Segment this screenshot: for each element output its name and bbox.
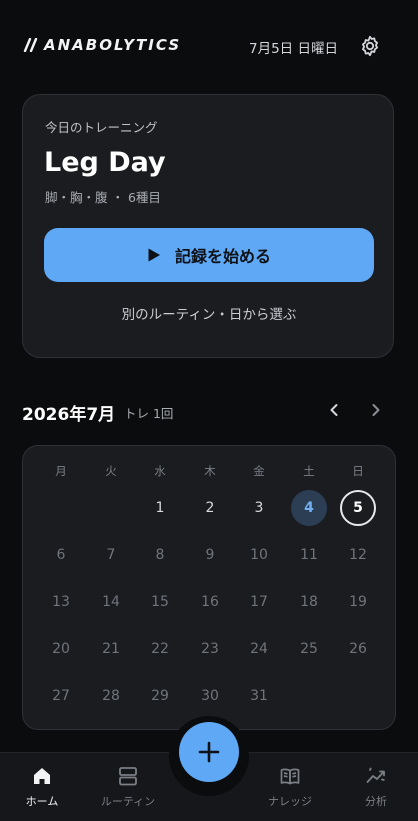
calendar-day[interactable]: 25 bbox=[291, 631, 327, 667]
calendar-day[interactable]: 3 bbox=[241, 490, 277, 526]
calendar-day[interactable]: 15 bbox=[142, 584, 178, 620]
weekday-label: 日 bbox=[352, 464, 364, 478]
book-icon bbox=[280, 768, 300, 785]
card-label: 今日のトレーニング bbox=[45, 120, 158, 135]
calendar-day[interactable]: 17 bbox=[241, 584, 277, 620]
calendar-day[interactable]: 24 bbox=[241, 631, 277, 667]
chevron-left-icon[interactable] bbox=[324, 398, 344, 422]
calendar-day[interactable]: 21 bbox=[93, 631, 129, 667]
calendar-day[interactable]: 26 bbox=[340, 631, 376, 667]
calendar-day[interactable]: 23 bbox=[192, 631, 228, 667]
add-workout-button[interactable] bbox=[179, 722, 239, 782]
gear-icon[interactable] bbox=[358, 34, 382, 58]
chevron-right-icon[interactable] bbox=[366, 398, 386, 422]
logo-mark-icon bbox=[23, 38, 38, 52]
calendar-day[interactable]: 9 bbox=[192, 537, 228, 573]
tab-label: ホーム bbox=[25, 795, 59, 808]
month-title: 2026年7月 bbox=[22, 405, 116, 425]
tab-analytics[interactable]: 分析 bbox=[334, 753, 418, 821]
plus-icon bbox=[198, 741, 220, 763]
calendar-day[interactable]: 11 bbox=[291, 537, 327, 573]
tab-label: ナレッジ bbox=[268, 795, 312, 808]
calendar-day[interactable]: 27 bbox=[43, 678, 79, 714]
calendar-day[interactable]: 13 bbox=[43, 584, 79, 620]
calendar-day[interactable]: 30 bbox=[192, 678, 228, 714]
calendar-day[interactable]: 10 bbox=[241, 537, 277, 573]
month-calendar: 月火水木金土日 1 2 3 4 5 6 7 8 9 10 11 12 13 14 15 16 17 18 19 20 21… bbox=[22, 445, 396, 730]
calendar-day[interactable]: 29 bbox=[142, 678, 178, 714]
choose-other-routine-link[interactable]: 別のルーティン・日から選ぶ bbox=[23, 303, 395, 323]
brand-name: ANABOLYTICS bbox=[44, 36, 182, 54]
weekday-label: 火 bbox=[105, 464, 117, 478]
routine-subtitle: 脚・胸・腹 ・ 6種目 bbox=[45, 190, 161, 205]
start-recording-label: 記録を始める bbox=[174, 247, 271, 266]
today-training-card: 今日のトレーニング Leg Day 脚・胸・腹 ・ 6種目 記録を始める 別のル… bbox=[22, 94, 394, 358]
calendar-day[interactable]: 8 bbox=[142, 537, 178, 573]
calendar-day[interactable]: 28 bbox=[93, 678, 129, 714]
calendar-day[interactable]: 20 bbox=[43, 631, 79, 667]
weekday-label: 水 bbox=[154, 464, 166, 478]
weekday-label: 木 bbox=[204, 464, 216, 478]
training-count: トレ 1回 bbox=[124, 406, 174, 421]
calendar-day[interactable]: 2 bbox=[192, 490, 228, 526]
analytics-icon bbox=[366, 767, 385, 783]
tab-home[interactable]: ホーム bbox=[0, 753, 84, 821]
calendar-day[interactable]: 31 bbox=[241, 678, 277, 714]
month-header: 2026年7月 トレ 1回 bbox=[22, 398, 394, 425]
header-date: 7月5日 日曜日 bbox=[249, 41, 338, 57]
play-icon bbox=[148, 248, 160, 262]
tab-label: 分析 bbox=[365, 795, 387, 808]
calendar-day[interactable]: 1 bbox=[142, 490, 178, 526]
weekday-label: 金 bbox=[253, 464, 265, 478]
weekday-label: 土 bbox=[303, 464, 315, 478]
calendar-day[interactable]: 18 bbox=[291, 584, 327, 620]
routine-icon bbox=[119, 767, 137, 786]
calendar-day[interactable]: 6 bbox=[43, 537, 79, 573]
calendar-day[interactable]: 12 bbox=[340, 537, 376, 573]
calendar-day[interactable]: 16 bbox=[192, 584, 228, 620]
tab-label: ルーティン bbox=[100, 795, 156, 808]
home-icon bbox=[34, 768, 50, 784]
routine-title: Leg Day bbox=[44, 147, 166, 178]
calendar-day[interactable]: 19 bbox=[340, 584, 376, 620]
start-recording-button[interactable]: 記録を始める bbox=[44, 228, 374, 282]
calendar-day-trained[interactable]: 4 bbox=[291, 490, 327, 526]
tab-routine[interactable]: ルーティン bbox=[86, 753, 170, 821]
weekday-label: 月 bbox=[55, 464, 67, 478]
calendar-day-today[interactable]: 5 bbox=[340, 490, 376, 526]
tab-knowledge[interactable]: ナレッジ bbox=[248, 753, 332, 821]
brand-logo: ANABOLYTICS bbox=[22, 36, 181, 54]
calendar-day[interactable]: 14 bbox=[93, 584, 129, 620]
calendar-day[interactable]: 22 bbox=[142, 631, 178, 667]
app-header: ANABOLYTICS 7月5日 日曜日 bbox=[0, 0, 418, 92]
calendar-day[interactable]: 7 bbox=[93, 537, 129, 573]
